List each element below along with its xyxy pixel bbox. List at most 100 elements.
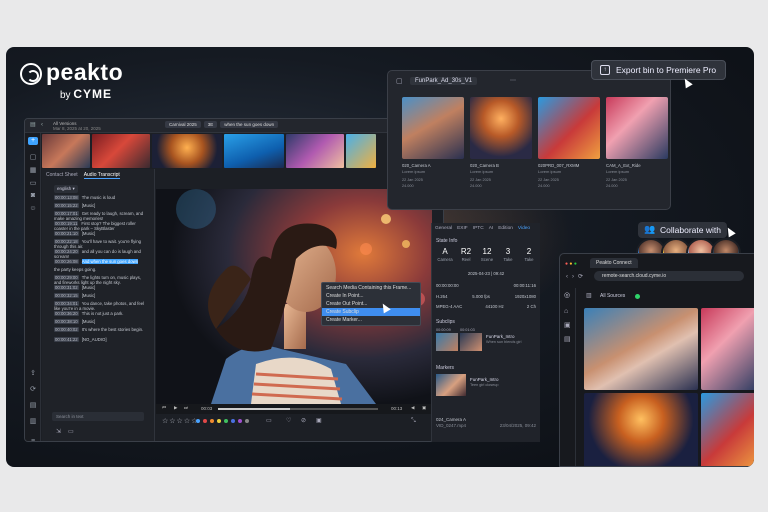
transcript-line[interactable]: 00:00:40:02 It's where the best stories b… bbox=[54, 327, 148, 332]
tab-edition[interactable]: Edition bbox=[498, 226, 513, 231]
transcript-line[interactable]: the party keeps going. bbox=[54, 267, 148, 272]
sidebar-toggle-icon[interactable]: ▤ bbox=[30, 122, 36, 128]
bin-clip-thumb[interactable] bbox=[470, 97, 532, 159]
home-icon[interactable]: ⌂ bbox=[564, 308, 568, 315]
filmstrip-thumb[interactable] bbox=[286, 134, 344, 168]
bin-clip-thumb[interactable] bbox=[402, 97, 464, 159]
timeline-scrubber[interactable] bbox=[218, 408, 378, 410]
bin-clip-thumb[interactable] bbox=[606, 97, 668, 159]
fullscreen-icon[interactable]: ▣ bbox=[422, 405, 426, 411]
filmstrip-thumb[interactable] bbox=[224, 134, 284, 168]
filmstrip-thumb[interactable] bbox=[152, 134, 222, 168]
transcript-line[interactable]: 00:00:15:22 [Music] bbox=[54, 203, 148, 208]
menu-item-in-point[interactable]: Create In Point... bbox=[322, 292, 420, 300]
tab-exif[interactable]: EXIF bbox=[457, 226, 468, 231]
gallery-image[interactable] bbox=[584, 308, 698, 390]
filmstrip-thumb[interactable] bbox=[346, 134, 376, 168]
timecode[interactable]: 00:00:41:22 bbox=[54, 337, 79, 342]
layers-icon[interactable]: ▤ bbox=[28, 401, 38, 409]
more-icon[interactable]: ⋯ bbox=[510, 78, 516, 84]
language-select[interactable]: english ▾ bbox=[54, 185, 78, 193]
menu-item-create-marker[interactable]: Create Marker... bbox=[322, 316, 420, 324]
transcript-line[interactable]: 00:00:38:10 [Music] bbox=[54, 319, 148, 324]
tab-3e[interactable]: 3E bbox=[203, 121, 218, 128]
transcript-line[interactable]: 00:00:17:01 Get ready to laugh, scream, a… bbox=[54, 211, 148, 221]
transcript-line[interactable]: 00:00:13:08 The music is loud bbox=[54, 195, 148, 200]
filmstrip-thumb[interactable] bbox=[42, 134, 90, 168]
menu-item-create-subclip[interactable]: Create Subclip bbox=[322, 308, 420, 316]
transcript-line[interactable]: 00:00:32:15 [Music] bbox=[54, 293, 148, 298]
tab-contact-sheet[interactable]: Contact Sheet bbox=[46, 172, 78, 179]
timecode[interactable]: 00:00:40:02 bbox=[54, 327, 79, 332]
browser-tab[interactable]: Peakto Connect bbox=[590, 258, 638, 268]
transcript-line[interactable]: 00:00:29:00 The lights turn on, music pla… bbox=[54, 275, 148, 285]
tab-carnival[interactable]: Carnival 2025 bbox=[165, 121, 201, 128]
transcript-line[interactable]: 00:00:41:22 [NO_AUDIO] bbox=[54, 337, 148, 342]
color-labels[interactable] bbox=[196, 419, 249, 423]
timecode[interactable]: 00:00:15:22 bbox=[54, 203, 79, 208]
person-icon[interactable]: ☺ bbox=[28, 205, 38, 213]
monitor-icon[interactable]: ▣ bbox=[316, 418, 322, 424]
gallery-image[interactable] bbox=[584, 393, 698, 466]
transcript-line[interactable]: 00:00:21:10 [Music] bbox=[54, 231, 148, 236]
camera-icon[interactable]: ◙ bbox=[28, 192, 38, 200]
video-viewer[interactable]: Search Media Containing this Frame... Cr… bbox=[156, 189, 432, 404]
share-icon[interactable]: ⇪ bbox=[28, 369, 38, 377]
film-icon[interactable]: ▥ bbox=[28, 417, 38, 425]
browser-nav[interactable]: ‹›⟳ bbox=[566, 273, 587, 280]
sync-icon[interactable]: ⟳ bbox=[28, 385, 38, 393]
tab-video[interactable]: Video bbox=[518, 226, 530, 231]
volume-icon[interactable]: ◀ bbox=[411, 405, 414, 411]
timecode[interactable]: 00:00:26:08 bbox=[54, 259, 79, 264]
export-to-premiere-button[interactable]: ↑ Export bin to Premiere Pro bbox=[591, 60, 727, 80]
timecode[interactable]: 00:00:36:20 bbox=[54, 311, 79, 316]
menu-item-search-frame[interactable]: Search Media Containing this Frame... bbox=[322, 284, 420, 292]
transcript-search-input[interactable]: Search in text bbox=[52, 412, 144, 421]
comment-icon[interactable]: ▭ bbox=[266, 418, 272, 424]
timecode[interactable]: 00:00:32:15 bbox=[54, 293, 79, 298]
doc-icon[interactable]: ▤ bbox=[564, 336, 571, 343]
timecode[interactable]: 00:00:38:10 bbox=[54, 319, 79, 324]
star-rating[interactable]: ☆☆☆☆☆ bbox=[162, 417, 198, 425]
menu-icon[interactable]: ≡ bbox=[28, 438, 38, 441]
timecode[interactable]: 00:00:21:10 bbox=[54, 231, 79, 236]
timecode[interactable]: 00:00:13:08 bbox=[54, 195, 79, 200]
transcript-line[interactable]: 00:00:31:02 [Music] bbox=[54, 285, 148, 290]
all-sources-label[interactable]: All Sources bbox=[600, 293, 625, 299]
collaborate-button[interactable]: 👥 Collaborate with bbox=[638, 222, 727, 238]
gallery-image[interactable] bbox=[701, 308, 754, 390]
transcript-line[interactable]: 00:00:26:08 And when the sun goes down bbox=[54, 259, 148, 264]
filmstrip-thumb[interactable] bbox=[92, 134, 150, 168]
url-bar[interactable]: remote-search.cloud.cyme.io bbox=[594, 271, 744, 281]
add-icon[interactable]: + bbox=[28, 137, 38, 145]
play-icon[interactable]: ▶ bbox=[174, 405, 177, 411]
grid-icon[interactable]: ▦ bbox=[28, 166, 38, 174]
transcript-line[interactable]: 00:00:34:01 You dance, take photos, and f… bbox=[54, 301, 148, 311]
transcript-line[interactable]: 00:00:36:20 This is not just a park. bbox=[54, 311, 148, 316]
subclip-item[interactable]: 00:00:09 00:01:03 FunPark_Intro When sun… bbox=[436, 328, 536, 352]
tab-iptc[interactable]: IPTC bbox=[473, 226, 484, 231]
transcript-line[interactable]: 00:00:19:11 First stop? The biggest rolle… bbox=[54, 221, 148, 231]
heart-icon[interactable]: ♡ bbox=[286, 418, 291, 424]
marker-item[interactable]: FunPark_Intro Teen girl closeup bbox=[436, 374, 536, 396]
menu-item-out-point[interactable]: Create Out Point... bbox=[322, 300, 420, 308]
import-icon[interactable]: ⇲ bbox=[56, 429, 61, 435]
panel-icon[interactable]: ▥ bbox=[586, 293, 592, 299]
tab-sun-goes-down[interactable]: when the sun goes down bbox=[220, 121, 279, 128]
tab-general[interactable]: General bbox=[435, 226, 452, 231]
bin-clip-thumb[interactable] bbox=[538, 97, 600, 159]
gallery-image[interactable] bbox=[701, 393, 754, 466]
link-icon[interactable]: ⊘ bbox=[301, 418, 306, 424]
transcript-line[interactable]: 00:00:24:20 and all you can do is laugh a… bbox=[54, 249, 148, 259]
folder-icon[interactable]: ▭ bbox=[28, 179, 38, 187]
expand-icon[interactable]: ⤡ bbox=[411, 418, 416, 424]
timecode[interactable]: 00:00:31:02 bbox=[54, 285, 79, 290]
forward-icon[interactable]: ⏭ bbox=[184, 405, 188, 411]
transcript-line[interactable]: 00:00:22:18 You'll have to wait. you're f… bbox=[54, 239, 148, 249]
rewind-icon[interactable]: ⏮ bbox=[162, 405, 166, 411]
library-icon[interactable]: ▢ bbox=[28, 153, 38, 161]
tab-ai[interactable]: AI bbox=[489, 226, 494, 231]
back-icon[interactable]: ‹ bbox=[41, 122, 43, 128]
tab-audio-transcript[interactable]: Audio Transcript bbox=[83, 172, 120, 179]
bin-icon[interactable]: ▣ bbox=[564, 322, 571, 329]
